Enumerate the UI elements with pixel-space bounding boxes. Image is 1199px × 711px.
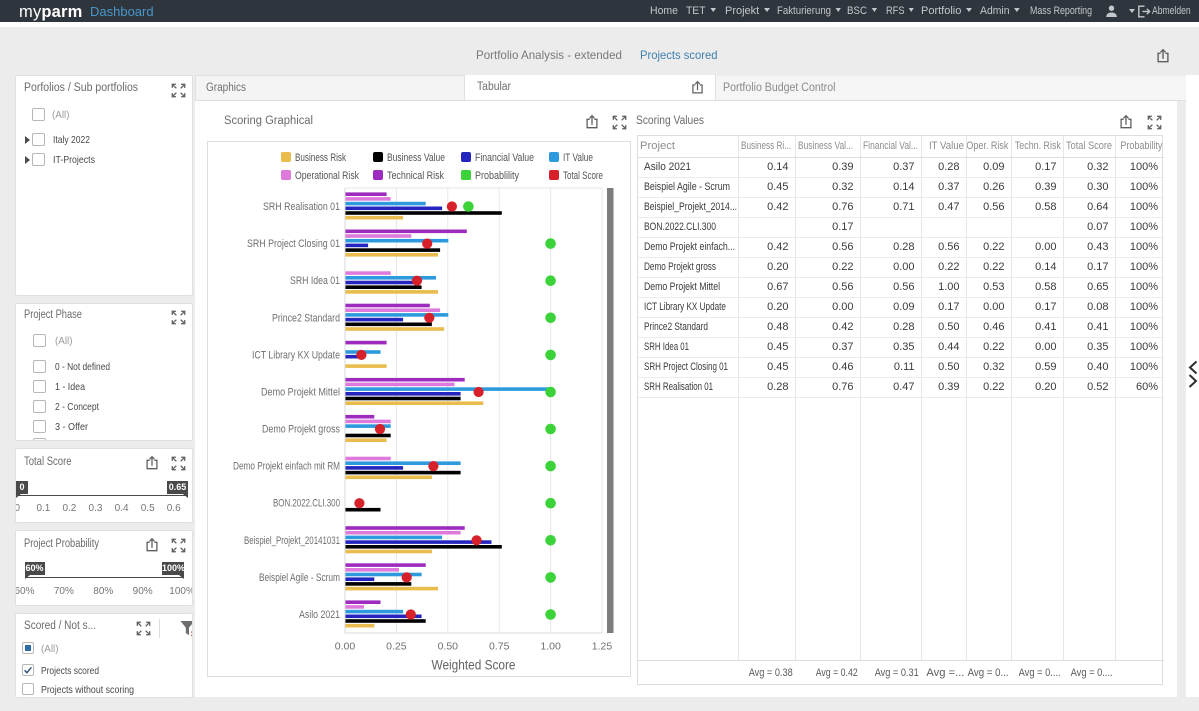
svg-text:Beispiel_Projekt_20141031: Beispiel_Projekt_20141031 [244,535,340,547]
svg-text:0.00: 0.00 [335,641,356,653]
svg-text:0.75: 0.75 [489,641,510,653]
svg-text:Financial Value: Financial Value [475,152,534,164]
svg-text:Probablility: Probablility [475,170,519,182]
svg-text:Demo Projekt einfach mit RM: Demo Projekt einfach mit RM [233,461,340,473]
svg-text:Business Value: Business Value [387,152,445,164]
svg-text:1.00: 1.00 [540,641,561,653]
svg-text:1.25: 1.25 [592,641,613,653]
svg-text:Operational Risk: Operational Risk [295,170,359,182]
svg-text:SRH Realisation 01: SRH Realisation 01 [263,201,340,213]
svg-text:Technical Risk: Technical Risk [387,170,444,182]
svg-text:0.50: 0.50 [438,641,459,653]
svg-text:Demo Projekt gross: Demo Projekt gross [262,424,340,436]
svg-text:Beispiel Agile - Scrum: Beispiel Agile - Scrum [259,572,340,584]
svg-text:Prince2 Standard: Prince2 Standard [272,312,340,324]
svg-text:Total Score: Total Score [563,170,603,182]
svg-text:Asilo 2021: Asilo 2021 [299,609,340,621]
svg-text:IT Value: IT Value [563,152,593,164]
svg-text:Weighted Score: Weighted Score [432,658,516,673]
svg-text:Business Risk: Business Risk [295,152,346,164]
svg-text:0.25: 0.25 [386,641,407,653]
svg-text:ICT Library KX Update: ICT Library KX Update [252,349,340,361]
svg-text:SRH Project Closing 01: SRH Project Closing 01 [247,238,340,250]
svg-text:SRH Idea 01: SRH Idea 01 [290,275,340,287]
svg-text:Demo Projekt Mittel: Demo Projekt Mittel [261,387,340,399]
svg-text:BON.2022.CLI.300: BON.2022.CLI.300 [273,498,340,510]
